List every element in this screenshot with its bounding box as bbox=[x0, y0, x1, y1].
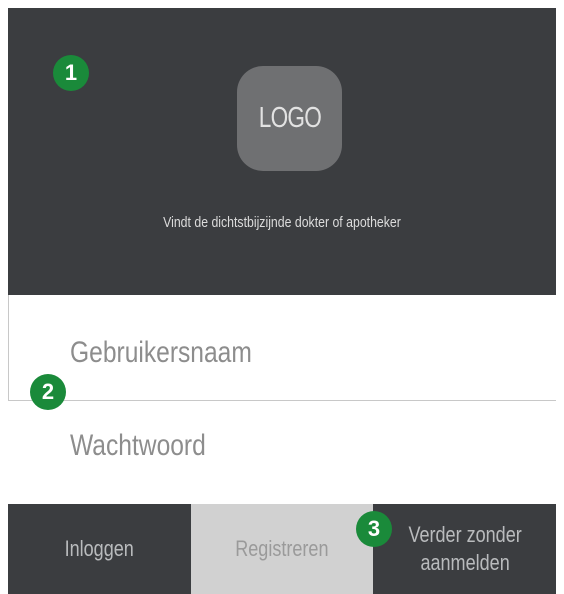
login-button-label: Inloggen bbox=[64, 536, 134, 561]
annotation-badge-3: 3 bbox=[356, 511, 392, 547]
annotation-badge-1: 1 bbox=[53, 55, 89, 91]
username-field[interactable]: Gebruikersnaam bbox=[70, 336, 252, 370]
field-divider bbox=[8, 400, 556, 401]
login-button[interactable]: Inloggen bbox=[8, 504, 191, 594]
continue-without-login-label: Verder zonder aanmelden bbox=[408, 521, 521, 577]
password-field[interactable]: Wachtwoord bbox=[70, 429, 206, 463]
annotation-badge-2: 2 bbox=[30, 374, 66, 410]
guest-label-line2: aanmelden bbox=[420, 550, 510, 575]
footer-actions: Inloggen Registreren Verder zonder aanme… bbox=[8, 504, 557, 594]
app-logo: LOGO bbox=[237, 66, 342, 171]
tagline: Vindt de dichtstbijzijnde dokter of apot… bbox=[163, 214, 401, 231]
logo-label: LOGO bbox=[258, 102, 321, 134]
header-panel: LOGO Vindt de dichtstbijzijnde dokter of… bbox=[8, 8, 556, 295]
guest-label-line1: Verder zonder bbox=[408, 522, 522, 547]
register-button-label: Registreren bbox=[235, 536, 329, 561]
field-border-left bbox=[8, 295, 9, 401]
register-button[interactable]: Registreren bbox=[190, 504, 374, 594]
continue-without-login-button[interactable]: Verder zonder aanmelden bbox=[373, 504, 557, 594]
